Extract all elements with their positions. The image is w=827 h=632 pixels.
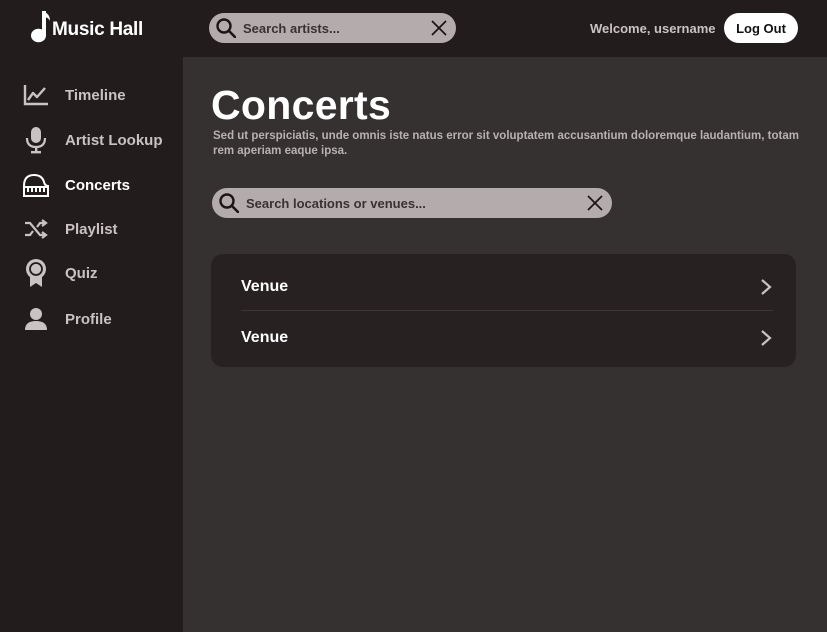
chevron-right-icon <box>761 279 772 295</box>
venue-list-item[interactable]: Venue <box>241 313 773 363</box>
close-icon <box>587 195 603 211</box>
logout-button[interactable]: Log Out <box>724 13 798 43</box>
clear-search-button[interactable] <box>430 19 448 37</box>
sidebar-item-label: Profile <box>65 310 112 328</box>
sidebar-item-label: Artist Lookup <box>65 131 163 149</box>
welcome-text: Welcome, username <box>590 21 716 36</box>
chart-line-icon <box>22 81 50 109</box>
page-description: Sed ut perspiciatis, unde omnis iste nat… <box>213 130 799 157</box>
search-icon <box>216 18 237 39</box>
sidebar-item-artist-lookup[interactable]: Artist Lookup <box>22 125 172 155</box>
sidebar-item-quiz[interactable]: Quiz <box>22 258 172 288</box>
sidebar-item-timeline[interactable]: Timeline <box>22 80 172 110</box>
sidebar-item-label: Playlist <box>65 220 118 238</box>
artist-search-bar <box>209 13 456 43</box>
shuffle-icon <box>22 215 50 243</box>
sidebar-item-profile[interactable]: Profile <box>22 304 172 334</box>
divider <box>241 310 773 311</box>
close-icon <box>431 20 447 36</box>
artist-search-input[interactable] <box>243 20 423 36</box>
music-note-icon <box>31 11 50 43</box>
venue-list-item[interactable]: Venue <box>241 262 773 312</box>
sidebar: Music Hall Timeline Artist Lookup Concer… <box>0 0 183 632</box>
venue-label: Venue <box>241 278 289 295</box>
sidebar-item-concerts[interactable]: Concerts <box>22 170 172 200</box>
sidebar-item-label: Concerts <box>65 176 131 194</box>
app-logo[interactable]: Music Hall <box>31 9 143 43</box>
chevron-right-icon <box>761 330 772 346</box>
clear-venue-search-button[interactable] <box>586 194 604 212</box>
award-icon <box>22 259 50 287</box>
top-bar: Welcome, username Log Out <box>183 0 827 57</box>
sidebar-item-label: Timeline <box>65 86 126 104</box>
venue-search-bar <box>212 188 612 218</box>
venue-search-input[interactable] <box>246 195 566 211</box>
sidebar-item-playlist[interactable]: Playlist <box>22 214 172 244</box>
piano-icon <box>22 171 50 199</box>
microphone-icon <box>22 126 50 154</box>
app-name: Music Hall <box>52 19 143 40</box>
search-icon <box>219 193 240 214</box>
venue-label: Venue <box>241 329 289 346</box>
venue-list: Venue Venue <box>211 254 796 367</box>
sidebar-item-label: Quiz <box>65 264 98 282</box>
page-title: Concerts <box>211 82 392 128</box>
user-icon <box>22 305 50 333</box>
